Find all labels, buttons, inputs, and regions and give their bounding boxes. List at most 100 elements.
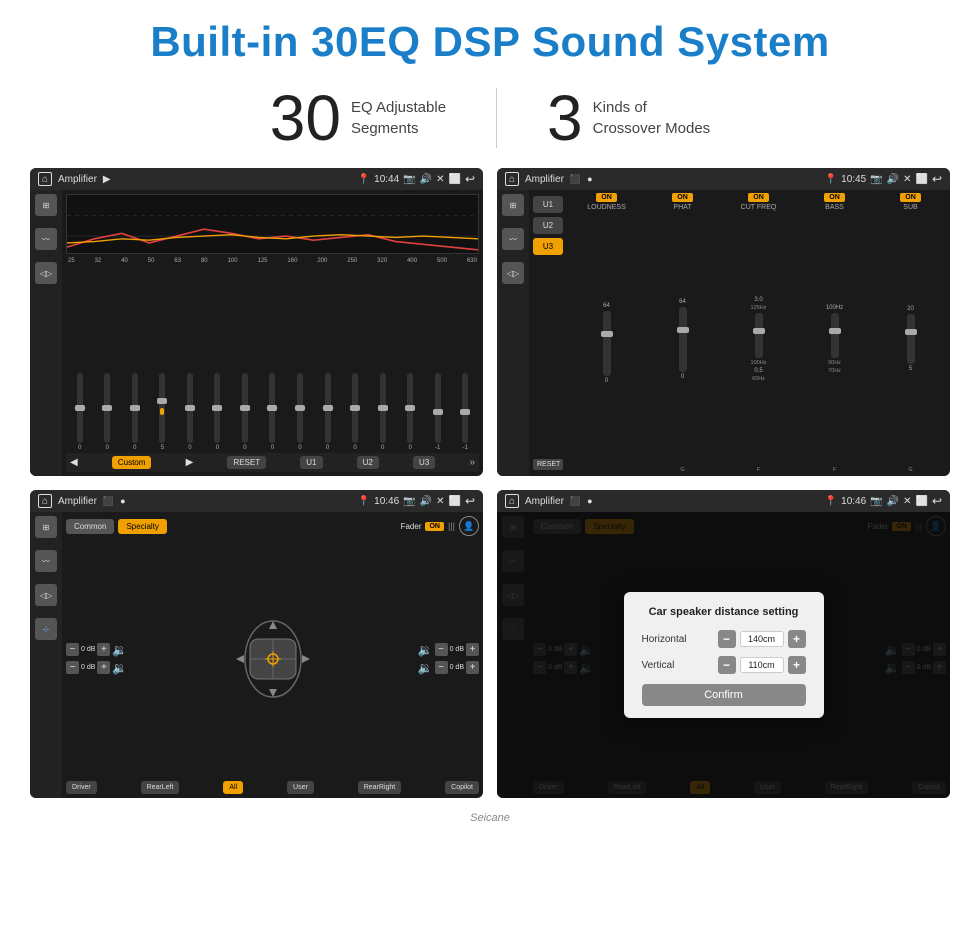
vertical-minus[interactable]: − — [718, 656, 736, 674]
back-icon-cr[interactable]: ↩ — [932, 172, 942, 186]
home-icon-sp[interactable]: ⌂ — [38, 494, 52, 508]
loudness-on-btn[interactable]: ON — [596, 193, 617, 202]
reset-btn-cr[interactable]: RESET — [533, 459, 563, 470]
close-icon-dlg[interactable]: ✕ — [903, 496, 911, 507]
close-icon-cr[interactable]: ✕ — [903, 174, 911, 185]
horizontal-minus[interactable]: − — [718, 630, 736, 648]
preset-u2[interactable]: U2 — [533, 217, 563, 234]
db-val-4: 0 dB — [450, 664, 464, 671]
sub-on-btn[interactable]: ON — [900, 193, 921, 202]
wave-icon-sp[interactable]: 〰 — [35, 550, 57, 572]
plus-btn-3[interactable]: + — [466, 643, 479, 656]
volume-icon[interactable]: 🔊 — [420, 174, 432, 185]
window-icon-sp[interactable]: ⬜ — [448, 496, 460, 507]
wave-icon-cr[interactable]: 〰 — [502, 228, 524, 250]
close-icon-sp[interactable]: ✕ — [436, 496, 444, 507]
eq-wave-icon[interactable]: 〰 — [35, 228, 57, 250]
plus-btn-2[interactable]: + — [97, 661, 110, 674]
back-icon-eq[interactable]: ↩ — [465, 172, 475, 186]
screen-speaker: ⌂ Amplifier ⬛ ● 📍 10:46 📷 🔊 ✕ ⬜ ↩ ⊞ 〰 ◁▷… — [30, 490, 483, 798]
common-tab-sp[interactable]: Common — [66, 519, 114, 534]
u2-btn[interactable]: U2 — [357, 456, 379, 469]
minus-btn-2[interactable]: − — [66, 661, 79, 674]
window-icon-cr[interactable]: ⬜ — [915, 174, 927, 185]
vol-icon-sp[interactable]: ◁▷ — [35, 584, 57, 606]
expand-icon[interactable]: » — [469, 457, 475, 468]
eq-slider-5: 0 — [214, 373, 220, 451]
minus-btn-1[interactable]: − — [66, 643, 79, 656]
phat-slider[interactable] — [679, 307, 687, 372]
horizontal-plus[interactable]: + — [788, 630, 806, 648]
back-icon-dlg[interactable]: ↩ — [932, 494, 942, 508]
bass-on-btn[interactable]: ON — [824, 193, 845, 202]
watermark: Seicane — [0, 808, 980, 824]
screen-eq: ⌂ Amplifier ▶ 📍 10:44 📷 🔊 ✕ ⬜ ↩ ⊞ 〰 ◁▷ — [30, 168, 483, 476]
volume-icon-sp[interactable]: 🔊 — [420, 496, 432, 507]
eq-tune-icon[interactable]: ⊞ — [35, 194, 57, 216]
home-icon-dlg[interactable]: ⌂ — [505, 494, 519, 508]
tune-icon-cr[interactable]: ⊞ — [502, 194, 524, 216]
status-left-dialog: ⌂ Amplifier ⬛ ● — [505, 494, 593, 508]
status-left-crossover: ⌂ Amplifier ⬛ ● — [505, 172, 593, 186]
specialty-tab-sp[interactable]: Specialty — [118, 519, 166, 534]
sub-slider[interactable] — [907, 314, 915, 364]
preset-u3[interactable]: U3 — [533, 238, 563, 255]
custom-btn[interactable]: Custom — [112, 456, 152, 469]
window-icon-dlg[interactable]: ⬜ — [915, 496, 927, 507]
window-icon[interactable]: ⬜ — [448, 174, 460, 185]
confirm-button[interactable]: Confirm — [642, 684, 806, 706]
all-btn-sp[interactable]: All — [223, 781, 243, 794]
loudness-slider[interactable] — [603, 311, 611, 376]
eq-slider-12: 0 — [407, 373, 413, 451]
screen-title-dialog: Amplifier — [525, 496, 564, 507]
copilot-btn-sp[interactable]: Copilot — [445, 781, 479, 794]
user-btn-sp[interactable]: User — [287, 781, 314, 794]
rearleft-btn-sp[interactable]: RearLeft — [141, 781, 180, 794]
plus-btn-4[interactable]: + — [466, 661, 479, 674]
camera-icon[interactable]: 📷 — [403, 174, 415, 185]
cutfreq-on-btn[interactable]: ON — [748, 193, 769, 202]
camera-icon-cr[interactable]: 📷 — [870, 174, 882, 185]
phat-label: PHAT — [673, 204, 691, 211]
minus-btn-4[interactable]: − — [435, 661, 448, 674]
prev-icon[interactable]: ◀ — [70, 457, 78, 468]
eq-vol-icon[interactable]: ◁▷ — [35, 262, 57, 284]
home-icon-cr[interactable]: ⌂ — [505, 172, 519, 186]
close-icon-eq[interactable]: ✕ — [436, 174, 444, 185]
cutfreq-slider[interactable] — [755, 313, 763, 358]
fader-on-sp[interactable]: ON — [425, 522, 444, 531]
u3-btn[interactable]: U3 — [413, 456, 435, 469]
channel-bass: ON BASS 100Hz 90Hz 70Hz F — [798, 193, 871, 473]
bass-slider[interactable] — [831, 313, 839, 358]
eq-icon-cr: ⬛ — [570, 174, 581, 185]
vol-icon-cr[interactable]: ◁▷ — [502, 262, 524, 284]
driver-btn-sp[interactable]: Driver — [66, 781, 97, 794]
reset-btn[interactable]: RESET — [227, 456, 266, 469]
volume-icon-dlg[interactable]: 🔊 — [887, 496, 899, 507]
play-icon[interactable]: ▶ — [103, 174, 111, 185]
stat-crossover: 3 Kinds ofCrossover Modes — [497, 86, 760, 150]
preset-u1[interactable]: U1 — [533, 196, 563, 213]
phat-on-btn[interactable]: ON — [672, 193, 693, 202]
rearright-btn-sp[interactable]: RearRight — [358, 781, 402, 794]
next-icon[interactable]: ▶ — [186, 457, 194, 468]
u1-btn[interactable]: U1 — [300, 456, 322, 469]
amp-sidebar-sp: ⊞ 〰 ◁▷ ⊹ — [30, 512, 62, 798]
camera-icon-sp[interactable]: 📷 — [403, 496, 415, 507]
tune-icon-sp[interactable]: ⊞ — [35, 516, 57, 538]
camera-icon-dlg[interactable]: 📷 — [870, 496, 882, 507]
home-icon[interactable]: ⌂ — [38, 172, 52, 186]
eq-slider-1: 0 — [104, 373, 110, 451]
plus-btn-1[interactable]: + — [97, 643, 110, 656]
time-crossover: 10:45 — [841, 174, 866, 185]
back-icon-sp[interactable]: ↩ — [465, 494, 475, 508]
channel-phat: ON PHAT 64 0 G — [646, 193, 719, 473]
person-icon-sp[interactable]: 👤 — [459, 516, 479, 536]
loudness-val: 64 — [603, 303, 610, 309]
eq-slider-2: 0 — [132, 373, 138, 451]
volume-icon-cr[interactable]: 🔊 — [887, 174, 899, 185]
dialog-box: Car speaker distance setting Horizontal … — [624, 592, 824, 718]
minus-btn-3[interactable]: − — [435, 643, 448, 656]
vertical-plus[interactable]: + — [788, 656, 806, 674]
bt-icon-sp[interactable]: ⊹ — [35, 618, 57, 640]
